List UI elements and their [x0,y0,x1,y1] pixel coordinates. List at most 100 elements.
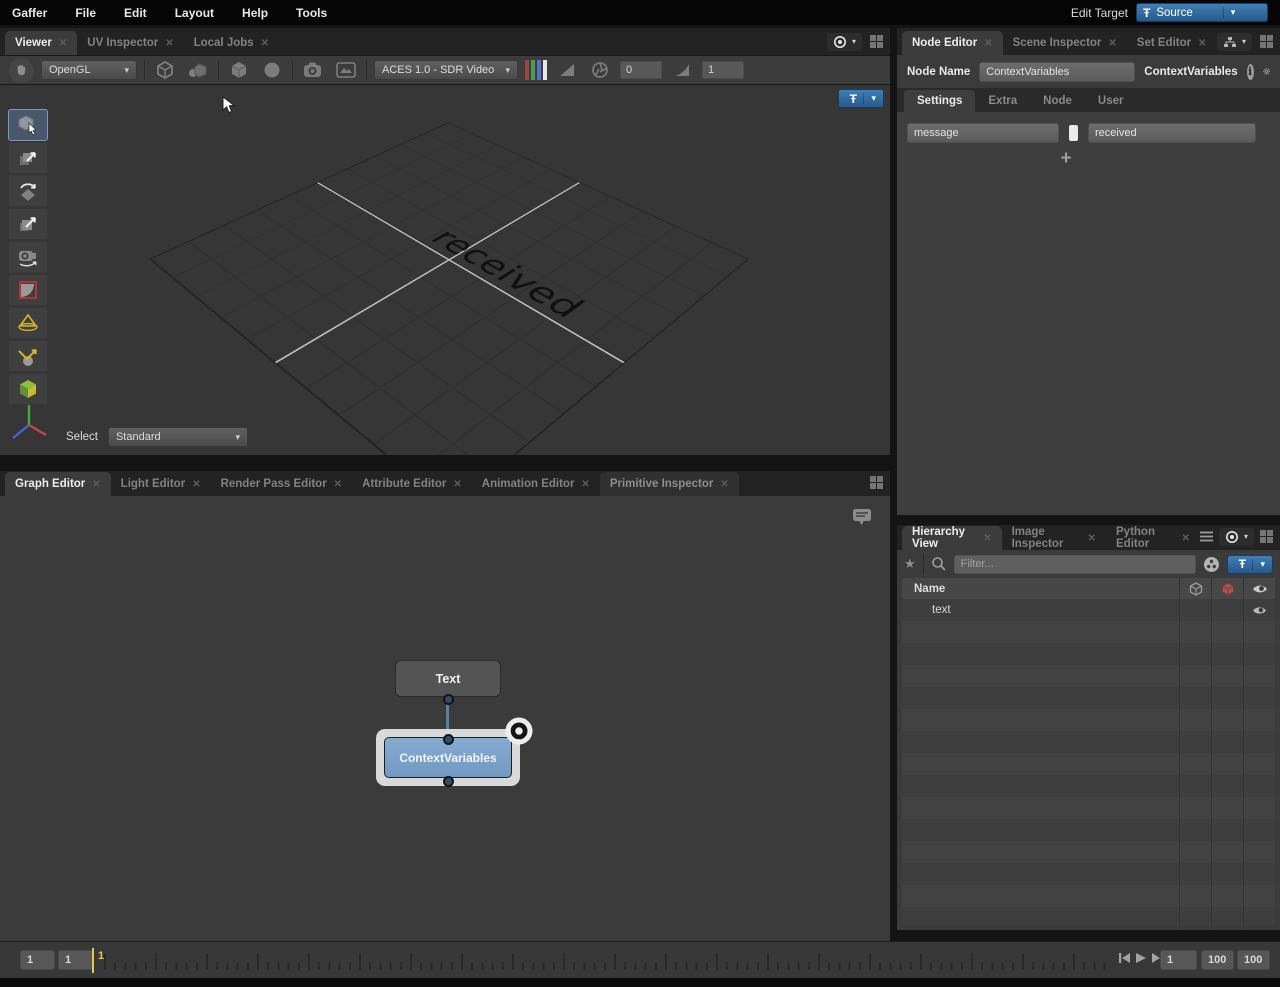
timeline-end-field-2[interactable] [1237,950,1270,970]
hierarchy-filter-input[interactable] [954,555,1196,574]
tab-viewer[interactable]: Viewer ✕ [5,31,77,55]
expansion-button[interactable] [185,59,211,81]
display-transform-dropdown[interactable]: ACES 1.0 - SDR Video ▾ [374,60,518,80]
close-icon[interactable]: ✕ [983,533,991,544]
column-exclude-header[interactable] [1211,578,1243,599]
solid-cube-button[interactable] [226,59,252,81]
tab-node-editor[interactable]: Node Editor ✕ [902,31,1003,55]
bookmark-star-icon[interactable]: ★ [904,556,916,572]
layout-grid-icon[interactable] [1260,35,1273,48]
crop-window-tool-button[interactable] [8,274,48,306]
close-icon[interactable]: ✕ [453,479,461,490]
close-icon[interactable]: ✕ [334,479,342,490]
column-expand-header[interactable] [1179,578,1211,599]
tab-animation-editor[interactable]: Animation Editor ✕ [472,472,600,496]
edit-target-dropdown[interactable]: Ŧ Source ▾ [1136,3,1268,22]
gamma-field[interactable] [702,61,744,79]
subtab-user[interactable]: User [1085,90,1137,112]
node-output-port[interactable] [443,776,454,787]
annotation-icon[interactable] [850,506,874,528]
timeline-end-field-1[interactable] [1201,950,1234,970]
close-icon[interactable]: ✕ [581,479,589,490]
close-icon[interactable]: ✕ [192,479,200,490]
tab-graph-editor[interactable]: Graph Editor ✕ [5,472,111,496]
tab-primitive-inspector[interactable]: Primitive Inspector ✕ [600,472,739,496]
tab-scene-inspector[interactable]: Scene Inspector ✕ [1003,31,1127,55]
node-input-port[interactable] [443,734,454,745]
playhead[interactable] [92,948,94,973]
gear-icon[interactable] [1263,63,1270,80]
subtab-settings[interactable]: Settings [904,90,975,112]
menu-file[interactable]: File [75,6,96,20]
column-visibility-header[interactable] [1243,578,1275,599]
rotate-tool-button[interactable] [8,175,48,207]
scene-text-object[interactable]: received [422,224,593,324]
table-row[interactable] [902,885,1275,907]
sets-filter-icon[interactable] [1203,556,1220,573]
table-row[interactable] [902,731,1275,753]
close-icon[interactable]: ✕ [92,479,100,490]
menu-tools[interactable]: Tools [296,6,327,20]
translate-tool-button[interactable] [8,142,48,174]
channel-select-icon[interactable] [525,60,547,80]
exposure-button[interactable] [587,59,613,81]
cell-visibility[interactable] [1243,599,1275,621]
timeline-frame-field[interactable] [1160,950,1197,970]
menu-layout[interactable]: Layout [175,6,214,20]
hierarchy-table-header[interactable]: Name [902,578,1275,599]
cell-exclude[interactable] [1211,599,1243,621]
subtab-node[interactable]: Node [1030,90,1085,112]
table-row[interactable] [902,775,1275,797]
close-icon[interactable]: ✕ [720,479,728,490]
subtab-extra[interactable]: Extra [975,90,1030,112]
menu-edit[interactable]: Edit [124,6,147,20]
editor-follow-dropdown[interactable]: ▾ [1217,33,1252,51]
play-icon[interactable] [1135,952,1147,964]
table-row[interactable] [902,709,1275,731]
close-icon[interactable]: ✕ [165,38,173,49]
tab-attribute-editor[interactable]: Attribute Editor ✕ [352,472,472,496]
scale-tool-button[interactable] [8,208,48,240]
close-icon[interactable]: ✕ [1198,38,1206,49]
table-row[interactable] [902,907,1275,929]
viewer-pin-dropdown[interactable]: Ŧ ▾ [838,89,884,108]
cell-expand[interactable] [1179,599,1211,621]
pan-hand-icon[interactable] [9,58,34,83]
tab-python-editor[interactable]: Python Editor ✕ [1106,526,1200,550]
close-icon[interactable]: ✕ [1108,38,1116,49]
menu-hamburger-icon[interactable] [1200,531,1213,542]
select-mode-dropdown[interactable]: Standard ▾ [108,427,248,447]
close-icon[interactable]: ✕ [984,38,992,49]
table-row[interactable] [902,819,1275,841]
menu-help[interactable]: Help [242,6,268,20]
viewport-3d[interactable]: received [0,84,890,455]
close-icon[interactable]: ✕ [59,38,67,49]
light-tool-button[interactable] [8,307,48,339]
focus-target-dropdown[interactable]: ▾ [1219,528,1254,546]
table-row[interactable] [902,665,1275,687]
focus-indicator-icon[interactable] [504,716,534,746]
snapshot-to-image-button[interactable] [333,59,359,81]
table-row[interactable] [902,863,1275,885]
variable-enabled-toggle[interactable] [1068,124,1079,142]
tab-local-jobs[interactable]: Local Jobs ✕ [184,31,279,55]
camera-settings-button[interactable] [300,59,326,81]
close-icon[interactable]: ✕ [1088,533,1096,544]
tab-set-editor[interactable]: Set Editor ✕ [1127,31,1217,55]
gamma-button[interactable] [669,59,695,81]
node-output-port[interactable] [443,694,454,705]
hierarchy-pin-dropdown[interactable]: Ŧ ▾ [1227,555,1273,574]
add-variable-button[interactable]: + [1057,150,1075,168]
layout-grid-icon[interactable] [870,476,883,489]
exposure-field[interactable] [620,61,662,79]
camera-tool-button[interactable] [8,241,48,273]
tab-render-pass-editor[interactable]: Render Pass Editor ✕ [211,472,352,496]
focus-target-dropdown[interactable]: ▾ [827,33,862,51]
skip-to-start-icon[interactable] [1118,952,1131,964]
clipping-button[interactable] [554,59,580,81]
shading-sphere-button[interactable] [259,59,285,81]
info-icon[interactable]: i [1247,64,1254,80]
light-position-tool-button[interactable] [8,340,48,372]
variable-value-field[interactable] [1088,123,1256,143]
menu-gaffer[interactable]: Gaffer [12,6,47,20]
